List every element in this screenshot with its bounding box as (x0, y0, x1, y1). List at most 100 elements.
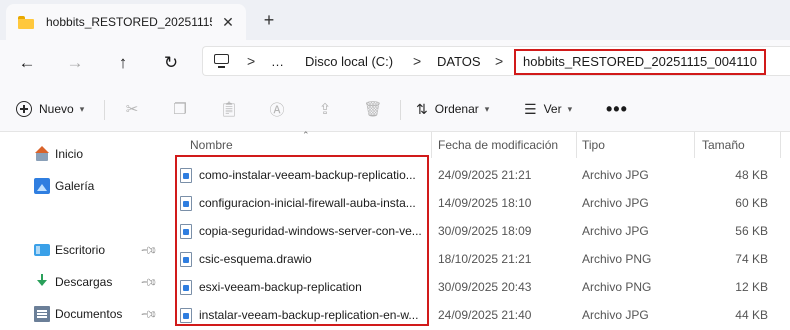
image-file-icon (180, 252, 192, 267)
file-size: 48 KB (735, 168, 768, 182)
tab-current-folder[interactable]: hobbits_RESTORED_20251115_0 ✕ (6, 4, 246, 40)
cut-button[interactable]: ✂ (122, 96, 142, 122)
desktop-icon (34, 244, 50, 256)
file-type: Archivo PNG (582, 280, 652, 294)
chevron-down-icon: ▾ (79, 103, 85, 114)
file-name: instalar-veeam-backup-replication-en-w..… (199, 308, 419, 322)
image-file-icon (180, 196, 192, 211)
delete-button[interactable]: 🗑︎ (363, 96, 383, 122)
plus-icon (16, 101, 32, 117)
breadcrumb-separator[interactable]: > (247, 53, 255, 69)
column-header-size[interactable]: Tamaño (702, 138, 745, 152)
file-name: esxi-veeam-backup-replication (199, 280, 362, 294)
column-header-date[interactable]: Fecha de modificación (438, 138, 558, 152)
new-button[interactable]: Nuevo ▾ (16, 96, 84, 122)
image-file-icon (180, 224, 192, 239)
view-button[interactable]: ☰ Ver ▾ (524, 96, 572, 122)
breadcrumb-separator[interactable]: > (413, 53, 421, 69)
image-file-icon (180, 308, 192, 323)
address-bar[interactable]: > … Disco local (C:) > DATOS > hobbits_R… (202, 46, 790, 76)
downloads-icon (34, 274, 50, 290)
breadcrumb-separator[interactable]: > (495, 53, 503, 69)
file-type: Archivo JPG (582, 308, 649, 322)
file-type: Archivo JPG (582, 196, 649, 210)
file-date: 30/09/2025 20:43 (438, 280, 532, 294)
back-button[interactable]: ← (12, 48, 42, 78)
paste-button[interactable]: 📋︎ (219, 96, 239, 122)
file-row[interactable]: copia-seguridad-windows-server-con-ve...… (172, 217, 790, 245)
column-divider[interactable] (694, 132, 695, 158)
file-date: 18/10/2025 21:21 (438, 252, 532, 266)
breadcrumb-datos[interactable]: DATOS (437, 54, 481, 69)
column-header-name[interactable]: Nombre (190, 138, 233, 152)
chevron-down-icon: ▾ (567, 103, 573, 114)
delete-icon: 🗑︎ (363, 101, 383, 118)
refresh-button[interactable]: ↻ (156, 48, 186, 78)
new-tab-button[interactable]: + (258, 10, 280, 32)
sidebar-item-documentos[interactable]: Documentos 📌︎ (0, 300, 172, 328)
column-divider[interactable] (431, 132, 432, 158)
column-divider[interactable] (576, 132, 577, 158)
view-label: Ver (543, 102, 562, 116)
file-list: como-instalar-veeam-backup-replicatio...… (172, 158, 790, 330)
file-row[interactable]: como-instalar-veeam-backup-replicatio...… (172, 161, 790, 189)
image-file-icon (180, 280, 192, 295)
column-headers: ⌃ Nombre Fecha de modificación Tipo Tama… (172, 130, 790, 158)
share-button[interactable]: ⇪ (315, 96, 335, 122)
close-tab-icon[interactable]: ✕ (220, 14, 236, 30)
share-icon: ⇪ (318, 101, 332, 118)
file-name: copia-seguridad-windows-server-con-ve... (199, 224, 422, 238)
column-divider[interactable] (780, 132, 781, 158)
home-icon (34, 146, 50, 162)
sidebar-item-label: Galería (55, 179, 95, 193)
column-header-type[interactable]: Tipo (582, 138, 605, 152)
file-row[interactable]: configuracion-inicial-firewall-auba-inst… (172, 189, 790, 217)
up-button[interactable]: ↑ (108, 48, 138, 78)
sort-ascending-icon: ⌃ (302, 130, 310, 140)
sidebar-item-descargas[interactable]: Descargas 📌︎ (0, 268, 172, 296)
pin-icon[interactable]: 📌︎ (139, 304, 158, 323)
file-size: 60 KB (735, 196, 768, 210)
file-type: Archivo PNG (582, 252, 652, 266)
navigation-row: ← → ↑ ↻ > … Disco local (C:) > DATOS > h… (0, 40, 790, 86)
paste-icon: 📋︎ (219, 101, 239, 118)
image-file-icon (180, 168, 192, 183)
sidebar-item-label: Escritorio (55, 243, 106, 257)
file-row[interactable]: esxi-veeam-backup-replication 30/09/2025… (172, 273, 790, 301)
title-bar: hobbits_RESTORED_20251115_0 ✕ + (0, 0, 790, 40)
file-size: 74 KB (735, 252, 768, 266)
documents-icon (34, 306, 50, 322)
forward-button[interactable]: → (60, 48, 90, 78)
command-bar: Nuevo ▾ ✂ ❐ 📋︎ Ⓐ ⇪ 🗑︎ ⇅ Ordenar ▾ ☰ Ver … (0, 86, 790, 132)
file-size: 56 KB (735, 224, 768, 238)
more-options-button[interactable]: ••• (606, 96, 628, 122)
breadcrumb-disco-local[interactable]: Disco local (C:) (305, 54, 393, 69)
file-type: Archivo JPG (582, 224, 649, 238)
sort-button[interactable]: ⇅ Ordenar ▾ (416, 96, 489, 122)
rename-button[interactable]: Ⓐ (267, 96, 287, 122)
sidebar-item-label: Documentos (55, 307, 123, 321)
file-row[interactable]: csic-esquema.drawio 18/10/2025 21:21 Arc… (172, 245, 790, 273)
sidebar-item-inicio[interactable]: Inicio (0, 140, 172, 168)
file-name: configuracion-inicial-firewall-auba-inst… (199, 196, 416, 210)
pin-icon[interactable]: 📌︎ (139, 240, 158, 259)
computer-icon[interactable] (213, 53, 231, 69)
rename-icon: Ⓐ (269, 101, 285, 119)
file-row[interactable]: instalar-veeam-backup-replication-en-w..… (172, 301, 790, 329)
breadcrumb-ellipsis[interactable]: … (271, 54, 284, 69)
sidebar-item-label: Inicio (55, 147, 84, 161)
navigation-pane: Inicio Galería Escritorio 📌︎ Descargas 📌… (0, 132, 172, 330)
sort-label: Ordenar (434, 102, 479, 116)
file-date: 30/09/2025 18:09 (438, 224, 532, 238)
file-date: 14/09/2025 18:10 (438, 196, 532, 210)
view-icon: ☰ (524, 100, 537, 117)
folder-icon (18, 15, 34, 29)
sidebar-item-escritorio[interactable]: Escritorio 📌︎ (0, 236, 172, 264)
cut-icon: ✂ (125, 101, 139, 118)
file-size: 12 KB (735, 280, 768, 294)
breadcrumb-current-folder[interactable]: hobbits_RESTORED_20251115_004110 (514, 49, 766, 75)
divider (104, 100, 105, 120)
pin-icon[interactable]: 📌︎ (139, 272, 158, 291)
copy-button[interactable]: ❐ (170, 96, 190, 122)
sidebar-item-galeria[interactable]: Galería (0, 172, 172, 200)
